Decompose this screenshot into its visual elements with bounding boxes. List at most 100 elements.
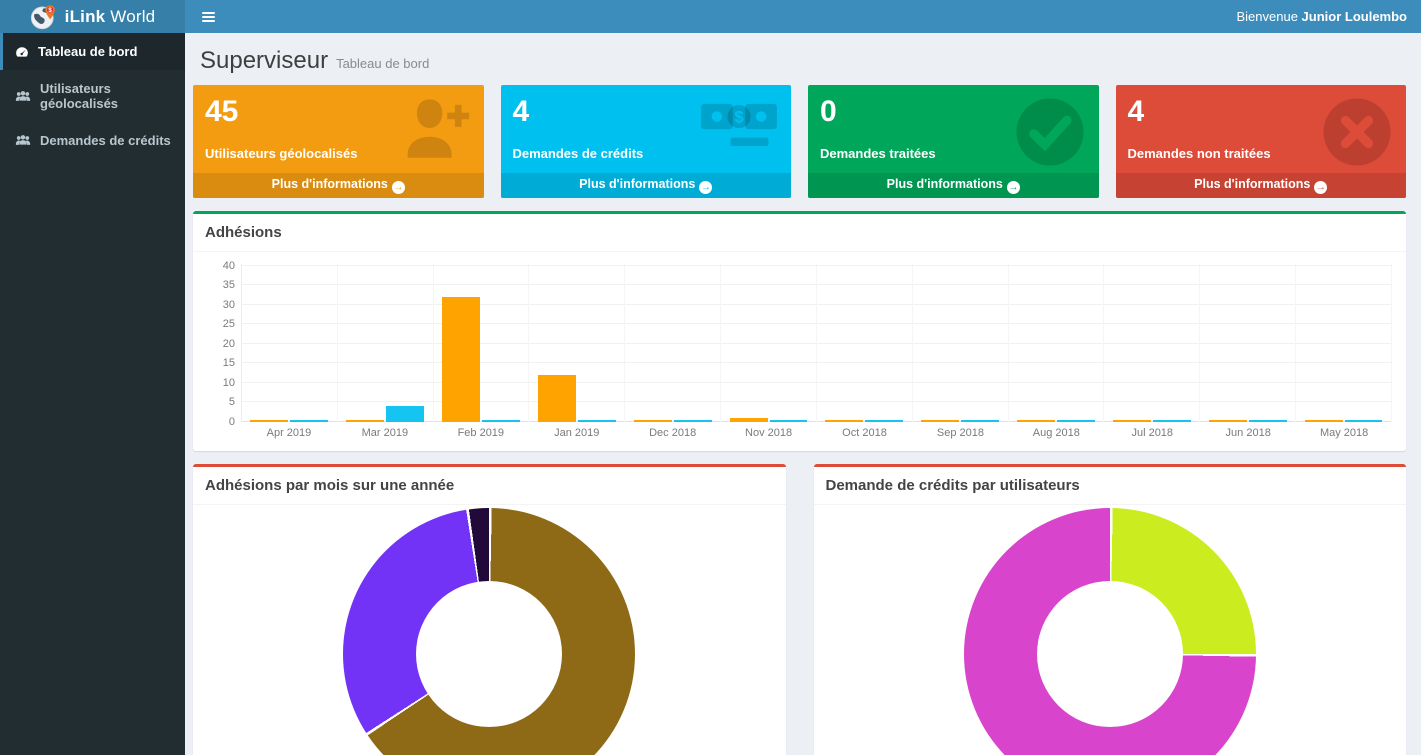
users-icon [15,134,31,147]
arrow-circle-right-icon: → [392,181,405,194]
person-add-icon [396,95,472,164]
bar-cyan [290,420,328,422]
arrow-circle-right-icon: → [1007,181,1020,194]
bar-orange [250,420,288,422]
card-utilisateurs-geolocalises: 45 Utilisateurs géolocalisés Plus d'info… [193,85,484,198]
dashboard-icon [15,45,29,59]
x-axis-label: Dec 2018 [625,427,721,439]
check-circle-icon [1013,95,1087,172]
navbar-strip: Bienvenue Junior Loulembo [185,0,1421,33]
bar-cyan [1345,420,1383,422]
panel-title: Adhésions [193,214,1406,252]
plus-informations-link[interactable]: Plus d'informations→ [808,173,1099,198]
svg-text:$: $ [734,107,744,126]
bar-orange [538,375,576,422]
panel-title: Adhésions par mois sur une année [193,467,786,505]
bar-cyan [961,420,999,422]
content-header: Superviseur Tableau de bord [193,41,1406,85]
x-axis-label: May 2018 [1296,427,1392,439]
x-axis-label: Mar 2019 [337,427,433,439]
bar-orange [346,420,384,422]
credits-donut-chart [964,508,1256,755]
adhesions-panel: Adhésions 0 5 10 15 20 25 30 35 40 Apr 2019Mar 20… [193,211,1406,451]
panel-title: Demande de crédits par utilisateurs [814,467,1407,505]
x-axis-label: Jul 2018 [1104,427,1200,439]
x-axis-label: Sep 2018 [912,427,1008,439]
y-axis-label: 0 [207,416,235,428]
adhesions-par-mois-panel: Adhésions par mois sur une année [193,464,786,755]
y-axis-label: 5 [207,396,235,408]
bar-cyan [1153,420,1191,422]
bar-cyan [386,406,424,422]
plus-informations-link[interactable]: Plus d'informations→ [501,173,792,198]
bar-cyan [1249,420,1287,422]
bar-orange [1113,420,1151,422]
y-axis-label: 20 [207,338,235,350]
bar-group [242,264,338,422]
bar-cyan [1057,420,1095,422]
y-axis-label: 40 [207,260,235,272]
main-content: Superviseur Tableau de bord 45 Utilisateu… [185,33,1421,755]
y-axis-label: 10 [207,377,235,389]
demande-credits-panel: Demande de crédits par utilisateurs [814,464,1407,755]
donut-panels-row: Adhésions par mois sur une année Demande… [193,451,1406,755]
bar-cyan [865,420,903,422]
page-title: Superviseur [200,47,328,74]
brand-title: iLink World [65,7,156,27]
sidebar-item-tableau-de-bord[interactable]: Tableau de bord [0,33,185,70]
bar-orange [442,297,480,422]
bar-orange [1305,420,1343,422]
adhesions-bar-chart: 0 5 10 15 20 25 30 35 40 Apr 2019Mar 2019Feb 2019… [193,252,1406,451]
bar-group [434,264,530,422]
donut-chart-area [814,505,1407,755]
adhesions-donut-chart [343,508,635,755]
bar-group [1009,264,1105,422]
app-logo[interactable]: $ iLink World [0,0,185,33]
y-axis-label: 25 [207,318,235,330]
y-axis-label: 35 [207,279,235,291]
welcome-text: Bienvenue Junior Loulembo [1236,9,1407,24]
bar-group [1104,264,1200,422]
stat-cards-row: 45 Utilisateurs géolocalisés Plus d'info… [193,85,1406,198]
bar-group [338,264,434,422]
bar-group [1200,264,1296,422]
card-demandes-de-credits: 4 Demandes de crédits $ Plus d'informati… [501,85,792,198]
money-icon: $ [699,95,779,160]
card-demandes-traitees: 0 Demandes traitées Plus d'informations→ [808,85,1099,198]
sidebar-item-label: Utilisateurs géolocalisés [40,81,173,111]
bar-group [529,264,625,422]
sidebar-item-label: Tableau de bord [38,44,137,59]
top-navbar: $ iLink World Bienvenue Junior Loulembo [0,0,1421,33]
sidebar-item-demandes-de-credits[interactable]: Demandes de crédits [0,122,185,159]
x-axis-label: Nov 2018 [721,427,817,439]
x-axis-label: Feb 2019 [433,427,529,439]
bar-orange [1209,420,1247,422]
sidebar: Tableau de bord Utilisateurs géolocalisé… [0,33,185,755]
bar-orange [634,420,672,422]
bar-cyan [674,420,712,422]
y-axis-label: 15 [207,357,235,369]
bar-orange [921,420,959,422]
bar-group [721,264,817,422]
bar-group [625,264,721,422]
plus-informations-link[interactable]: Plus d'informations→ [1116,173,1407,198]
x-axis-label: Jan 2019 [529,427,625,439]
arrow-circle-right-icon: → [699,181,712,194]
plus-informations-link[interactable]: Plus d'informations→ [193,173,484,198]
y-axis-label: 30 [207,299,235,311]
sidebar-toggle-icon[interactable] [194,6,223,28]
x-axis-label: Apr 2019 [241,427,337,439]
globe-pin-logo-icon: $ [30,3,58,31]
donut-chart-area [193,505,786,755]
bar-group [1296,264,1392,422]
sidebar-item-label: Demandes de crédits [40,133,171,148]
arrow-circle-right-icon: → [1314,181,1327,194]
svg-text:$: $ [48,7,52,14]
x-axis-label: Oct 2018 [817,427,913,439]
x-axis-label: Jun 2018 [1200,427,1296,439]
close-circle-icon [1320,95,1394,172]
x-axis-label: Aug 2018 [1008,427,1104,439]
users-icon [15,90,31,103]
page-subtitle: Tableau de bord [336,56,429,71]
sidebar-item-utilisateurs-geolocalises[interactable]: Utilisateurs géolocalisés [0,70,185,122]
